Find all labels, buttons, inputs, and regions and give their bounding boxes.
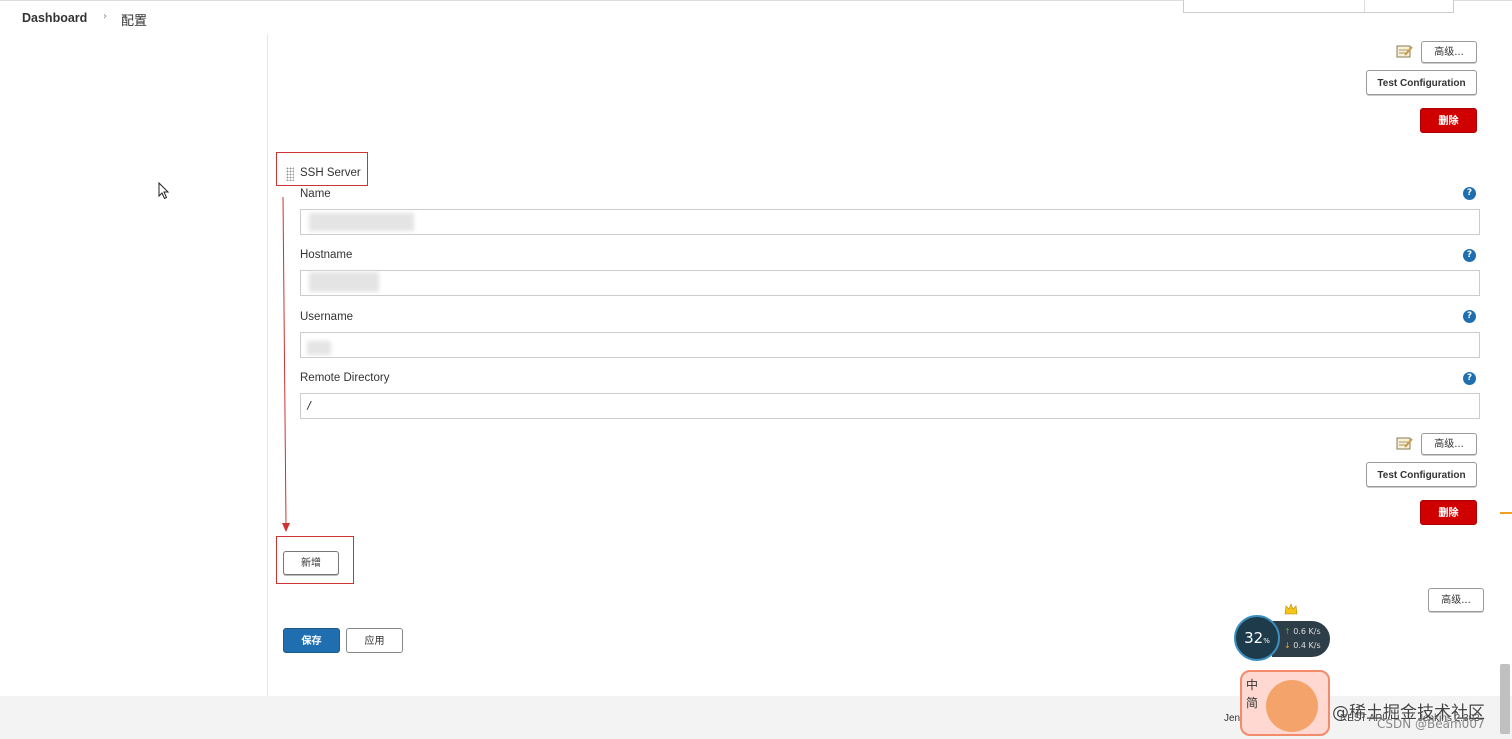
global-advanced-button[interactable]: 高级...: [1428, 588, 1484, 612]
remote-directory-input[interactable]: /: [300, 393, 1480, 419]
drag-handle-icon[interactable]: [286, 167, 294, 181]
mascot-avatar: [1266, 680, 1318, 732]
breadcrumb-separator: ›: [103, 11, 107, 22]
apply-button[interactable]: 应用: [346, 628, 403, 653]
hostname-label: Hostname: [300, 249, 353, 261]
redacted-value: [309, 213, 414, 231]
floating-panel-edge: [1183, 0, 1454, 13]
cpu-percent-gauge: 32%: [1234, 615, 1280, 661]
help-icon[interactable]: ?: [1463, 310, 1476, 323]
delete-button[interactable]: 删除: [1420, 500, 1477, 525]
redacted-value: [309, 272, 379, 292]
crown-icon: [1284, 603, 1298, 615]
notepad-icon: [1396, 437, 1413, 450]
name-input[interactable]: [300, 209, 1480, 235]
help-icon[interactable]: ?: [1463, 249, 1476, 262]
breadcrumb-current: 配置: [121, 14, 148, 29]
advanced-button[interactable]: 高级...: [1421, 41, 1477, 63]
add-server-button[interactable]: 新增: [283, 551, 339, 575]
breadcrumb-dashboard-link[interactable]: Dashboard: [22, 11, 87, 25]
download-rate: ↓ 0.4 K/s: [1284, 641, 1321, 650]
mouse-cursor-icon: [158, 182, 170, 200]
delete-button[interactable]: 删除: [1420, 108, 1477, 133]
network-monitor-widget[interactable]: ↑ 0.6 K/s ↓ 0.4 K/s 32%: [1234, 603, 1330, 663]
scroll-marker: [1500, 512, 1512, 514]
advanced-button[interactable]: 高级...: [1421, 433, 1477, 455]
username-label: Username: [300, 311, 354, 323]
help-icon[interactable]: ?: [1463, 187, 1476, 200]
remote-directory-label: Remote Directory: [300, 372, 390, 384]
save-button[interactable]: 保存: [283, 628, 340, 653]
test-configuration-button[interactable]: Test Configuration: [1366, 462, 1477, 487]
network-speed-pill: ↑ 0.6 K/s ↓ 0.4 K/s: [1272, 621, 1330, 657]
ime-mascot-widget[interactable]: 中 简: [1240, 670, 1330, 736]
scrollbar-thumb[interactable]: [1500, 664, 1510, 734]
username-input[interactable]: [300, 332, 1480, 358]
help-icon[interactable]: ?: [1463, 372, 1476, 385]
watermark-csdn: CSDN @Beam007: [1377, 717, 1485, 731]
footer-jenkins-link[interactable]: Jen: [1224, 713, 1240, 724]
redacted-value: [307, 341, 331, 355]
test-configuration-button[interactable]: Test Configuration: [1366, 70, 1477, 95]
upload-rate: ↑ 0.6 K/s: [1284, 627, 1321, 636]
ssh-server-title: SSH Server: [300, 167, 361, 179]
notepad-icon: [1396, 45, 1413, 58]
name-label: Name: [300, 188, 331, 200]
annotation-arrow: [282, 196, 290, 532]
sidebar-divider: [267, 34, 268, 696]
ime-chinese-indicator: 中: [1246, 678, 1259, 692]
ime-simplified-indicator: 简: [1246, 696, 1259, 710]
ssh-server-annotation-box: SSH Server: [276, 152, 368, 186]
hostname-input[interactable]: [300, 270, 1480, 296]
